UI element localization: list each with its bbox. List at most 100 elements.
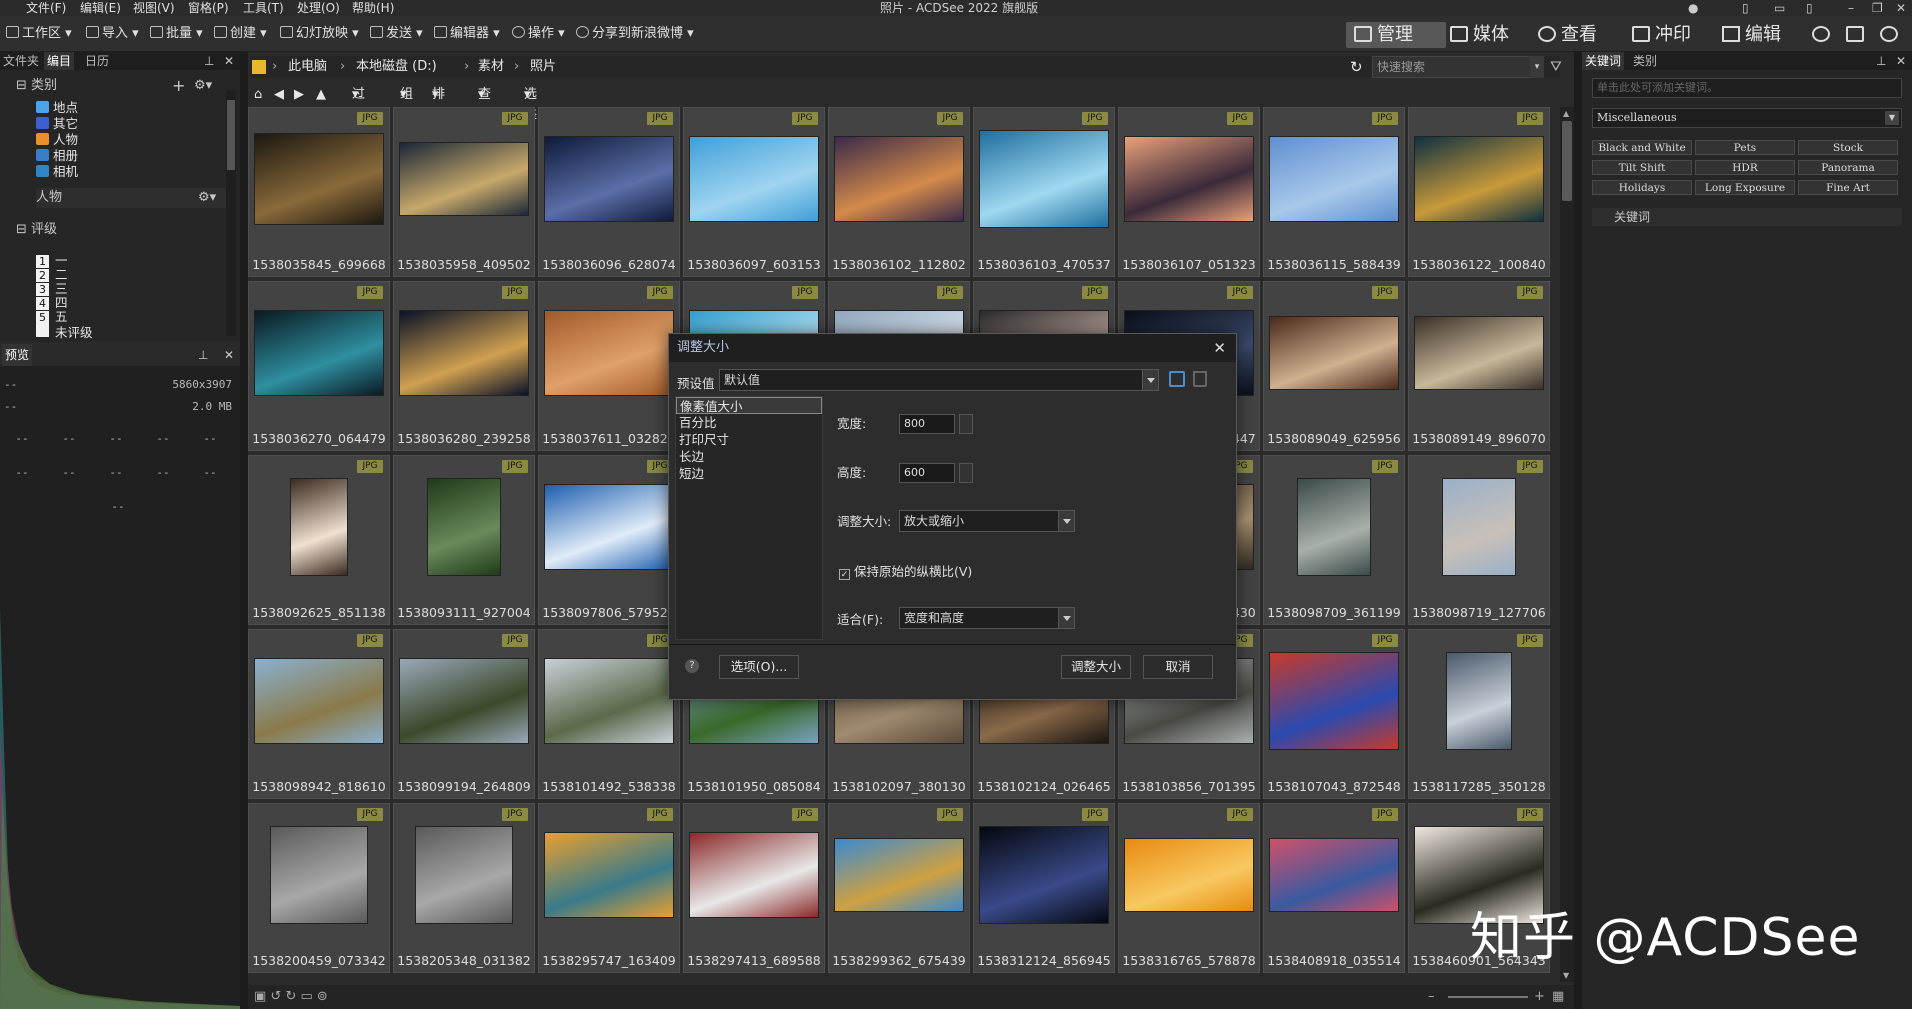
status-tools-icon[interactable]: ▣ ↺ ↻ ▭ ⊚ — [254, 989, 328, 1004]
editor-button[interactable]: 编辑器 ▾ — [434, 25, 500, 43]
mode-percent[interactable]: 百分比 — [676, 414, 822, 431]
left-splitter[interactable] — [240, 52, 248, 1009]
people-settings-icon[interactable]: ⚙▾ — [198, 188, 216, 208]
tab-keywords[interactable]: 关键词 — [1582, 52, 1625, 70]
tab-calendar[interactable]: 日历 — [82, 52, 112, 70]
thumbnail-cell[interactable]: JPG 1538107043_872548 — [1263, 629, 1405, 799]
thumbnail-image[interactable] — [1446, 652, 1512, 750]
search-dropdown-icon[interactable]: ▾ — [1530, 56, 1544, 78]
menu-tools[interactable]: 工具(T) — [243, 0, 284, 16]
thumbnail-image[interactable] — [254, 310, 384, 396]
mode-develop[interactable]: 冲印 — [1632, 22, 1691, 48]
mode-media[interactable]: 媒体 — [1450, 22, 1509, 48]
keywords-pin-icon[interactable]: ⊥ — [1876, 52, 1886, 70]
layout-icon-1[interactable]: ▯ — [1742, 0, 1749, 16]
thumbnail-image[interactable] — [544, 310, 674, 396]
mode-pixels[interactable]: 像素值大小 — [676, 397, 822, 414]
cancel-button[interactable]: 取消 — [1143, 655, 1213, 679]
share-weibo-button[interactable]: 分享到新浪微博 ▾ — [576, 25, 694, 43]
thumbnail-image[interactable] — [1414, 316, 1544, 390]
thumbnail-cell[interactable]: JPG 1538036115_588439 — [1263, 107, 1405, 277]
rating-item[interactable]: 4四 — [36, 296, 68, 310]
thumbnail-cell[interactable]: JPG 1538089049_625956 — [1263, 281, 1405, 451]
thumbnail-image[interactable] — [689, 832, 819, 918]
menu-edit[interactable]: 编辑(E) — [80, 0, 121, 16]
thumbnail-cell[interactable]: JPG 1538312124_856945 — [973, 803, 1115, 973]
actions-button[interactable]: 操作 ▾ — [512, 25, 565, 43]
right-splitter[interactable] — [1574, 52, 1582, 1009]
delete-preset-icon[interactable] — [1193, 371, 1207, 387]
resize-select[interactable]: 放大或缩小 — [899, 510, 1075, 532]
layout-icon-2[interactable]: ▭ — [1774, 0, 1785, 16]
menu-process[interactable]: 处理(O) — [297, 0, 340, 16]
thumbnail-image[interactable] — [1442, 478, 1516, 576]
save-preset-icon[interactable] — [1169, 371, 1185, 387]
thumbnail-cell[interactable]: JPG 1538098942_818610 — [248, 629, 390, 799]
breadcrumb-photos[interactable]: 照片 — [530, 56, 556, 78]
pin-icon[interactable]: ⊥ — [204, 52, 214, 70]
sort-menu[interactable]: 排序 ▾ — [432, 84, 445, 124]
options-button[interactable]: 选项(O)... — [719, 655, 799, 679]
thumbnail-image[interactable] — [1124, 136, 1254, 222]
close-icon[interactable]: ✕ — [1896, 0, 1906, 16]
import-button[interactable]: 导入 ▾ — [86, 25, 139, 43]
thumbnail-image[interactable] — [270, 826, 368, 924]
group-menu[interactable]: 组 ▾ — [400, 84, 413, 106]
width-stepper[interactable] — [959, 414, 973, 434]
select-menu[interactable]: 选择 ▾ — [524, 84, 537, 124]
quick-keyword-button[interactable]: Holidays — [1592, 180, 1692, 195]
thumbnail-image[interactable] — [689, 136, 819, 222]
filter-menu[interactable]: 过滤 ▾ — [352, 84, 365, 124]
quick-keyword-button[interactable]: Panorama — [1798, 160, 1898, 175]
thumbnail-image[interactable] — [415, 826, 513, 924]
rating-item[interactable]: 3三 — [36, 282, 68, 296]
scrollbar-thumb[interactable] — [1562, 121, 1572, 201]
thumbnail-image[interactable] — [834, 136, 964, 222]
thumbnail-image[interactable] — [254, 658, 384, 744]
thumbnail-image[interactable] — [544, 832, 674, 918]
height-input[interactable]: 600 — [899, 463, 955, 483]
quick-keyword-button[interactable]: Stock — [1798, 140, 1898, 155]
breadcrumb-material[interactable]: 素材 — [478, 56, 504, 78]
minimize-icon[interactable]: – — [1848, 0, 1854, 16]
scroll-down-icon[interactable]: ▼ — [1563, 971, 1569, 980]
thumbnail-image[interactable] — [1269, 136, 1399, 222]
tab-catalog[interactable]: 编目 — [44, 52, 75, 70]
thumbnail-image[interactable] — [544, 136, 674, 222]
thumbnail-image[interactable] — [1297, 478, 1371, 576]
quick-keyword-set-select[interactable]: Miscellaneous ▼ — [1592, 108, 1902, 128]
thumbnail-cell[interactable]: JPG 1538316765_578878 — [1118, 803, 1260, 973]
filter-icon[interactable]: ⛛ — [1550, 56, 1562, 78]
thumbnail-cell[interactable]: JPG 1538036097_603153 — [683, 107, 825, 277]
rating-item[interactable]: 1一 — [36, 254, 68, 268]
refresh-icon[interactable]: ↻ — [1350, 56, 1363, 78]
category-item[interactable]: 其它 — [36, 116, 78, 132]
thumbnail-cell[interactable]: JPG 1538200459_073342 — [248, 803, 390, 973]
width-input[interactable]: 800 — [899, 414, 955, 434]
mode-long-side[interactable]: 长边 — [676, 448, 822, 465]
thumbnail-image[interactable] — [254, 133, 384, 225]
preview-pin-icon[interactable]: ⊥ — [198, 344, 208, 362]
rating-item[interactable]: 未评级 — [36, 324, 93, 340]
menu-pane[interactable]: 窗格(P) — [188, 0, 229, 16]
thumbnail-image[interactable] — [979, 130, 1109, 228]
people-header[interactable]: 人物 ⚙▾ — [36, 188, 226, 208]
quick-keyword-button[interactable]: Fine Art — [1798, 180, 1898, 195]
forward-icon[interactable]: ▶ — [294, 84, 304, 106]
view-menu[interactable]: 查看 ▾ — [478, 84, 491, 124]
menu-help[interactable]: 帮助(H) — [352, 0, 394, 16]
thumbnail-cell[interactable]: JPG 1538117285_350128 — [1408, 629, 1550, 799]
thumbnail-cell[interactable]: JPG 1538035958_409502 — [393, 107, 535, 277]
category-item[interactable]: 人物 — [36, 132, 78, 148]
thumbnail-image[interactable] — [544, 658, 674, 744]
thumbnail-cell[interactable]: JPG 1538036270_064479 — [248, 281, 390, 451]
height-stepper[interactable] — [959, 463, 973, 483]
thumbnail-image[interactable] — [399, 310, 529, 396]
thumbnail-cell[interactable]: JPG 1538098709_361199 — [1263, 455, 1405, 625]
resize-ok-button[interactable]: 调整大小 — [1061, 655, 1131, 679]
dashboard-button[interactable] — [1846, 22, 1864, 48]
quick-keyword-button[interactable]: Tilt Shift — [1592, 160, 1692, 175]
thumbnail-cell[interactable]: JPG 1538092625_851138 — [248, 455, 390, 625]
preview-close-icon[interactable]: ✕ — [224, 344, 234, 362]
help-icon[interactable]: ? — [685, 659, 699, 673]
